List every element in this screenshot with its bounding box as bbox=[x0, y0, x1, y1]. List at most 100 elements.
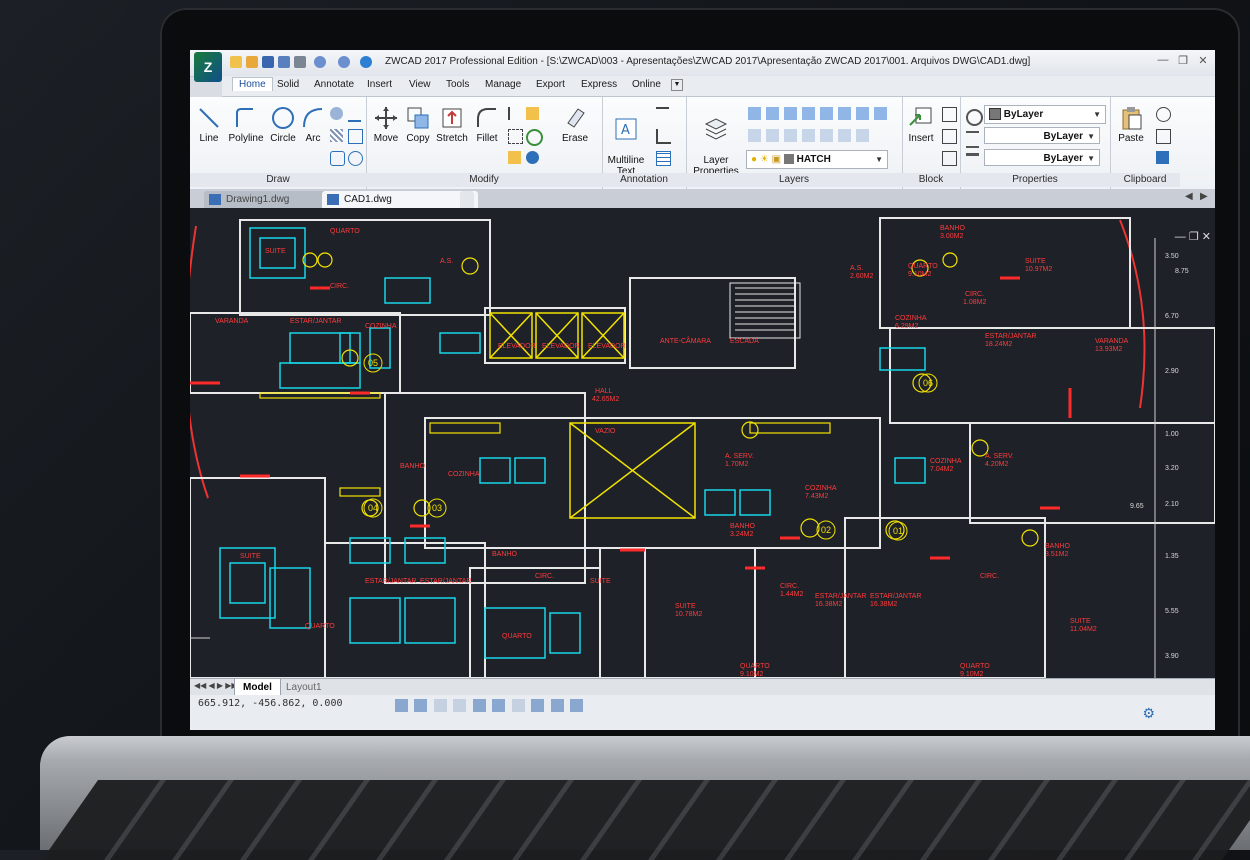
layer-tool-icon[interactable] bbox=[784, 107, 797, 120]
tab-insert[interactable]: Insert bbox=[367, 79, 392, 90]
first-layout-icon[interactable]: ◀◀ ◀ ▶ ▶▶ bbox=[194, 681, 238, 690]
create-block-icon[interactable] bbox=[942, 107, 957, 122]
layer-tool-icon[interactable] bbox=[856, 129, 869, 142]
stretch-tool[interactable]: Stretch bbox=[434, 105, 470, 144]
tab-export[interactable]: Export bbox=[536, 79, 565, 90]
scale-icon[interactable] bbox=[526, 151, 539, 164]
arc-tool[interactable]: Arc bbox=[300, 105, 326, 144]
print-icon[interactable] bbox=[294, 56, 306, 68]
match-properties-icon[interactable] bbox=[966, 109, 983, 126]
point-icon[interactable] bbox=[330, 107, 343, 120]
move-tool[interactable]: Move bbox=[370, 105, 402, 144]
copy-clip-icon[interactable] bbox=[1156, 129, 1171, 144]
polyline-tool[interactable]: Polyline bbox=[226, 105, 266, 144]
help-icon[interactable] bbox=[360, 56, 372, 68]
maximize-button[interactable]: ❐ bbox=[1175, 54, 1191, 68]
layer-tool-icon[interactable] bbox=[820, 107, 833, 120]
ellipse-icon[interactable] bbox=[348, 151, 363, 166]
layer-tool-icon[interactable] bbox=[748, 129, 761, 142]
rectangle-icon[interactable] bbox=[348, 129, 363, 144]
color-dropdown[interactable]: ByLayer ▼ bbox=[984, 105, 1106, 124]
scroll-tabs-left-icon[interactable]: ◀ bbox=[1185, 191, 1193, 202]
scroll-tabs-right-icon[interactable]: ▶ bbox=[1200, 191, 1208, 202]
match-brush-icon[interactable] bbox=[1156, 151, 1169, 164]
new-tab-button[interactable] bbox=[460, 191, 474, 208]
layer-tool-icon[interactable] bbox=[784, 129, 797, 142]
lineweight-dropdown[interactable]: ByLayer ▼ bbox=[984, 149, 1100, 166]
layer-tool-icon[interactable] bbox=[748, 107, 761, 120]
tab-tools[interactable]: Tools bbox=[446, 79, 469, 90]
otrack-toggle-icon[interactable] bbox=[492, 699, 506, 712]
layer-tool-icon[interactable] bbox=[802, 129, 815, 142]
grid-toggle-icon[interactable] bbox=[414, 699, 428, 712]
tab-manage[interactable]: Manage bbox=[485, 79, 521, 90]
tab-layout1[interactable]: Layout1 bbox=[278, 679, 330, 696]
insert-block-tool[interactable]: Insert bbox=[904, 105, 938, 144]
save-as-icon[interactable] bbox=[278, 56, 290, 68]
linetype-dropdown[interactable]: ByLayer ▼ bbox=[984, 127, 1100, 144]
floor-plan[interactable]: SUITE QUARTO VARANDA ESTAR/JANTAR COZINHA A.S… bbox=[190, 208, 1215, 678]
layer-tool-icon[interactable] bbox=[856, 107, 869, 120]
offset-icon[interactable] bbox=[508, 129, 523, 144]
drawing-canvas[interactable]: SUITE QUARTO VARANDA ESTAR/JANTAR COZINHA A.S… bbox=[190, 208, 1215, 678]
polar-toggle-icon[interactable] bbox=[453, 699, 467, 712]
ribbon-options-icon[interactable]: ▼ bbox=[671, 79, 683, 91]
rotate-icon[interactable] bbox=[526, 129, 543, 146]
copy-tool[interactable]: Copy bbox=[402, 105, 434, 144]
viewport-restore-icon[interactable]: ❐ bbox=[1189, 231, 1199, 243]
snap-toggle-icon[interactable] bbox=[395, 699, 408, 712]
layer-tool-icon[interactable] bbox=[766, 129, 779, 142]
tab-cad1[interactable]: CAD1.dwg ✕ bbox=[322, 191, 478, 208]
linetype-icon[interactable] bbox=[966, 131, 979, 148]
trim-icon[interactable] bbox=[508, 107, 523, 120]
save-icon[interactable] bbox=[262, 56, 274, 68]
lineweight-toggle-icon[interactable] bbox=[531, 699, 545, 712]
mirror-icon[interactable] bbox=[526, 107, 539, 120]
layer-properties-tool[interactable]: Layer Properties bbox=[690, 105, 742, 177]
tab-online[interactable]: Online bbox=[632, 79, 661, 90]
viewport-minimize-icon[interactable]: — bbox=[1175, 231, 1186, 243]
viewport-close-icon[interactable]: ✕ bbox=[1202, 231, 1211, 243]
layer-tool-icon[interactable] bbox=[838, 107, 851, 120]
hatch-icon[interactable] bbox=[330, 129, 343, 142]
spline-icon[interactable] bbox=[348, 107, 361, 122]
attribute-icon[interactable] bbox=[942, 151, 957, 166]
tab-solid[interactable]: Solid bbox=[277, 79, 299, 90]
osnap-toggle-icon[interactable] bbox=[472, 699, 486, 712]
undo-icon[interactable] bbox=[314, 56, 326, 68]
new-icon[interactable] bbox=[230, 56, 242, 68]
cut-icon[interactable] bbox=[1156, 107, 1171, 122]
layer-dropdown[interactable]: ● ☀ ▣ HATCH ▼ bbox=[746, 150, 888, 169]
layer-tool-icon[interactable] bbox=[838, 129, 851, 142]
app-logo-icon[interactable]: Z bbox=[194, 52, 222, 82]
layer-tool-icon[interactable] bbox=[766, 107, 779, 120]
tab-express[interactable]: Express bbox=[581, 79, 617, 90]
array-icon[interactable] bbox=[508, 151, 521, 164]
tab-drawing1[interactable]: Drawing1.dwg bbox=[204, 191, 336, 208]
lineweight-icon[interactable] bbox=[966, 153, 979, 169]
dimension-icon[interactable] bbox=[656, 107, 669, 122]
ortho-toggle-icon[interactable] bbox=[433, 699, 447, 712]
layer-tool-icon[interactable] bbox=[820, 129, 833, 142]
multiline-text-tool[interactable]: A Multiline Text bbox=[606, 105, 646, 177]
close-button[interactable]: ✕ bbox=[1195, 54, 1211, 68]
dyn-toggle-icon[interactable] bbox=[511, 699, 525, 712]
erase-tool[interactable]: Erase bbox=[558, 105, 592, 144]
edit-block-icon[interactable] bbox=[942, 129, 957, 144]
paste-tool[interactable]: Paste bbox=[1114, 105, 1148, 144]
open-icon[interactable] bbox=[246, 56, 258, 68]
leader-icon[interactable] bbox=[656, 129, 671, 144]
circle-tool[interactable]: Circle bbox=[266, 105, 300, 144]
settings-gear-icon[interactable]: ⚙ bbox=[1142, 705, 1155, 722]
model-space-icon[interactable] bbox=[550, 699, 564, 712]
polygon-icon[interactable] bbox=[330, 151, 345, 166]
layer-tool-icon[interactable] bbox=[874, 107, 887, 120]
tab-home[interactable]: Home bbox=[232, 77, 273, 91]
tab-annotate[interactable]: Annotate bbox=[314, 79, 354, 90]
line-tool[interactable]: Line bbox=[194, 105, 224, 144]
workspace-icon[interactable] bbox=[570, 699, 584, 712]
layer-tool-icon[interactable] bbox=[802, 107, 815, 120]
fillet-tool[interactable]: Fillet bbox=[472, 105, 502, 144]
minimize-button[interactable]: — bbox=[1155, 54, 1171, 68]
redo-icon[interactable] bbox=[338, 56, 350, 68]
